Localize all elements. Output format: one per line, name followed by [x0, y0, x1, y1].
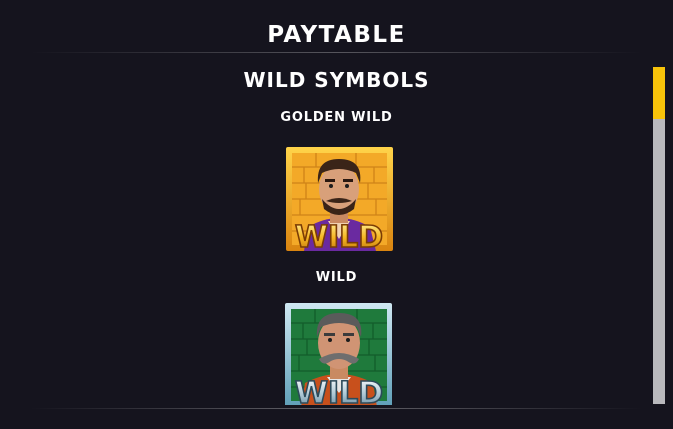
section-title: WILD SYMBOLS: [243, 68, 430, 92]
bottom-divider: [30, 408, 643, 409]
golden-wild-label: GOLDEN WILD: [280, 110, 393, 125]
scrollbar-track[interactable]: [653, 67, 665, 404]
svg-text:WILD: WILD: [295, 376, 383, 405]
svg-text:WILD: WILD: [295, 220, 383, 251]
wild-symbol-icon: WILD: [285, 303, 392, 405]
paytable-title: PAYTABLE: [267, 22, 406, 48]
title-divider: [30, 52, 643, 53]
paytable-content[interactable]: WILD SYMBOLS GOLDEN WILD WILD WILD WILD: [0, 60, 673, 405]
scrollbar-thumb[interactable]: [653, 67, 665, 119]
golden-wild-symbol-icon: WILD: [286, 147, 393, 251]
wild-label: WILD: [315, 270, 358, 285]
